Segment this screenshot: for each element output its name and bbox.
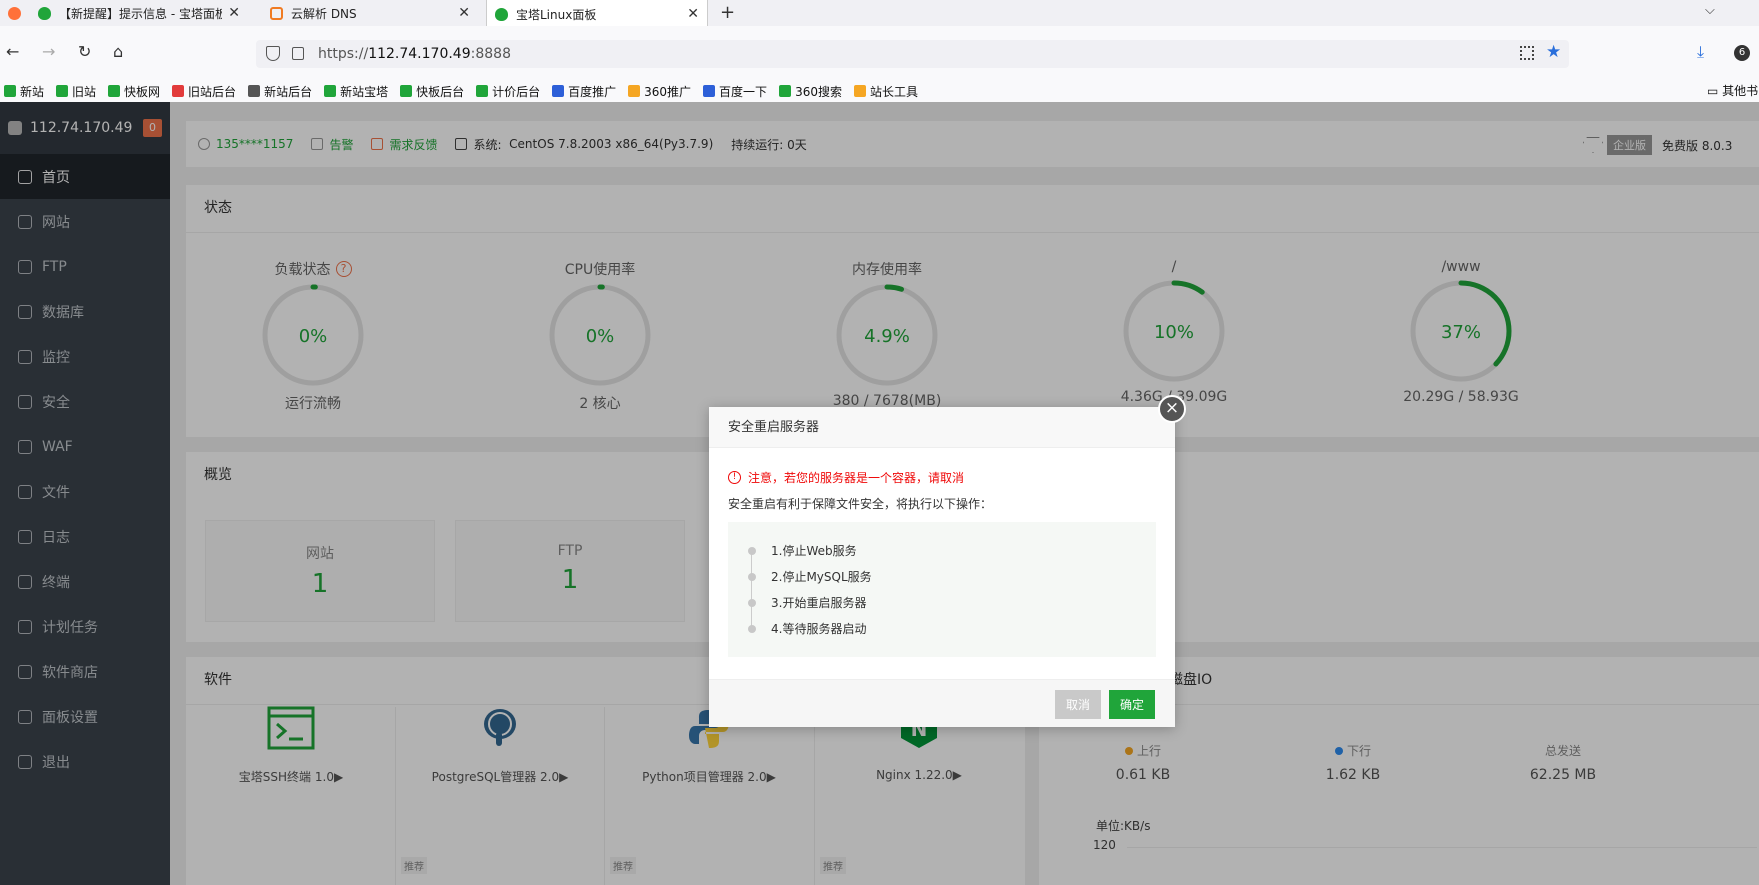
other-bookmarks[interactable]: ▭ 其他书 — [1707, 82, 1758, 99]
download-icon[interactable]: ⤓ — [1697, 42, 1704, 62]
bookmark-item[interactable]: 计价后台 — [476, 83, 540, 100]
tab-dns[interactable]: 云解析 DNS ✕ — [262, 0, 478, 26]
bookmark-item[interactable]: 站长工具 — [853, 83, 918, 100]
bookmark-item[interactable]: 360搜索 — [779, 83, 842, 100]
chevron-down-icon[interactable]: ⌵ — [1705, 3, 1715, 18]
step-dot-icon — [748, 624, 756, 633]
back-arrow-icon[interactable]: ← — [6, 42, 19, 61]
bookmark-icon — [703, 85, 716, 97]
step-item: 3.开始重启服务器 — [748, 594, 866, 611]
tracking-shield-icon[interactable] — [266, 46, 280, 61]
bookmark-item[interactable]: 旧站后台 — [172, 83, 236, 100]
browser-tab-strip: 【新提醒】提示信息 - 宝塔面板 ✕ 云解析 DNS ✕ 宝塔Linux面板 ✕… — [0, 0, 1759, 28]
bookmark-item[interactable]: 旧站 — [56, 83, 96, 100]
step-item: 4.等待服务器启动 — [748, 620, 866, 637]
close-tab-icon[interactable]: ✕ — [458, 5, 470, 21]
bt-shield-icon — [495, 7, 508, 21]
lock-icon[interactable] — [292, 47, 304, 60]
step-item: 2.停止MySQL服务 — [748, 568, 872, 585]
extension-badge-icon[interactable]: 6 — [1734, 45, 1750, 61]
bookmark-icon — [56, 85, 69, 97]
step-dot-icon — [748, 572, 756, 581]
forward-arrow-icon[interactable]: → — [42, 42, 55, 61]
bookmark-icon — [248, 85, 261, 97]
bookmark-icon — [108, 85, 121, 97]
bookmark-icon — [324, 85, 337, 97]
dialog-title: 安全重启服务器 — [709, 407, 1175, 448]
bookmark-icon — [476, 85, 489, 97]
bookmark-item[interactable]: 新站后台 — [248, 83, 312, 100]
close-tab-icon[interactable]: ✕ — [228, 5, 240, 21]
bookmark-item[interactable]: 百度推广 — [552, 83, 616, 100]
firefox-logo-icon — [0, 0, 22, 26]
close-tab-icon[interactable]: ✕ — [687, 6, 699, 22]
bookmark-icon — [853, 85, 866, 97]
warning-icon: ! — [728, 471, 741, 484]
home-icon[interactable]: ⌂ — [113, 42, 123, 61]
bookmarks-bar: 新站 旧站 快板网 旧站后台 新站后台 新站宝塔 快板后台 计价后台 百度推广 360推广 百度一下… — [0, 80, 1759, 102]
close-icon[interactable]: × — [1158, 395, 1186, 423]
dialog-footer: 取消 确定 — [709, 679, 1175, 727]
tab-notice[interactable]: 【新提醒】提示信息 - 宝塔面板 ✕ — [30, 0, 248, 26]
aliyun-icon — [270, 6, 283, 20]
bookmark-icon — [552, 85, 565, 97]
bookmark-item[interactable]: 新站宝塔 — [324, 83, 388, 100]
dialog-warning: ! 注意，若您的服务器是一个容器，请取消 — [728, 469, 964, 486]
bookmark-item[interactable]: 百度一下 — [703, 83, 767, 100]
step-item: 1.停止Web服务 — [748, 542, 857, 559]
bookmark-item[interactable]: 快板后台 — [400, 83, 464, 100]
tab-bt-panel[interactable]: 宝塔Linux面板 ✕ — [486, 0, 708, 28]
bookmark-icon — [172, 85, 185, 97]
bookmark-icon — [779, 85, 792, 97]
bt-shield-icon — [38, 6, 51, 20]
bookmark-star-icon[interactable]: ★ — [1546, 42, 1561, 62]
bookmark-item[interactable]: 新站 — [4, 83, 44, 100]
bookmark-icon — [400, 85, 413, 97]
step-dot-icon — [748, 546, 756, 555]
bookmark-icon — [628, 85, 641, 97]
reboot-steps: 1.停止Web服务 2.停止MySQL服务 3.开始重启服务器 4.等待服务器启… — [728, 522, 1156, 657]
step-dot-icon — [748, 598, 756, 607]
new-tab-button[interactable]: + — [720, 2, 735, 23]
address-bar[interactable]: https://112.74.170.49:8888 — [256, 40, 1569, 68]
reload-icon[interactable]: ↻ — [78, 42, 91, 61]
url-text[interactable]: https://112.74.170.49:8888 — [318, 46, 511, 62]
safe-reboot-dialog: 安全重启服务器 ! 注意，若您的服务器是一个容器，请取消 安全重启有利于保障文件… — [709, 407, 1175, 727]
qr-code-icon[interactable] — [1520, 46, 1534, 60]
bookmark-item[interactable]: 快板网 — [108, 83, 160, 100]
bookmark-item[interactable]: 360推广 — [628, 83, 691, 100]
dialog-description: 安全重启有利于保障文件安全，将执行以下操作： — [728, 497, 993, 511]
confirm-button[interactable]: 确定 — [1109, 690, 1155, 719]
cancel-button[interactable]: 取消 — [1055, 690, 1101, 719]
bookmark-icon — [4, 85, 16, 97]
